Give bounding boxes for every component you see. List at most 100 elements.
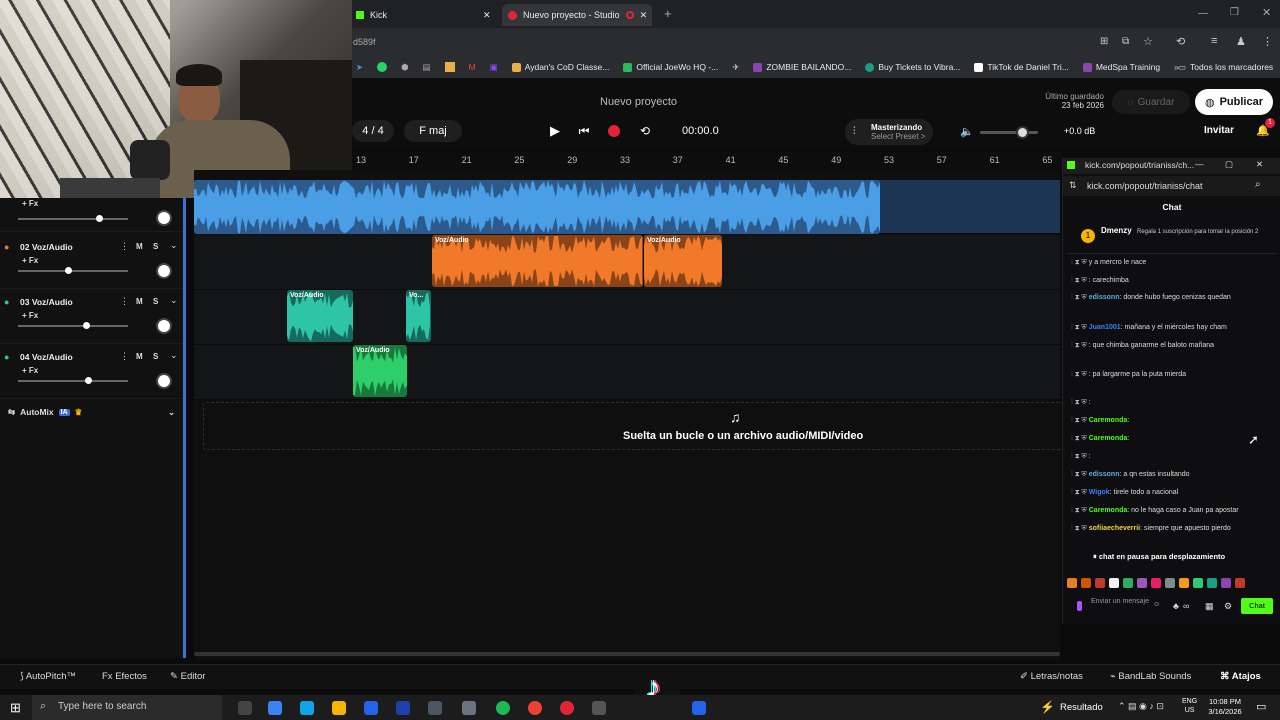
chat-username[interactable]: edissonn — [1089, 294, 1120, 301]
mute-button[interactable]: M — [136, 297, 143, 306]
chat-username[interactable]: Caremonda — [1089, 417, 1128, 424]
bookmark-item[interactable]: TikTok de Daniel Tri... — [974, 62, 1069, 72]
bookmark-item[interactable]: ZOMBIE BAILANDO... — [753, 62, 851, 72]
track-volume-slider[interactable] — [18, 377, 128, 384]
twitch-bookmark-icon[interactable]: ▣ — [490, 62, 498, 73]
edge-icon[interactable] — [300, 701, 314, 715]
close-icon[interactable]: ✕ — [483, 10, 491, 21]
extension-bookmark-icon[interactable]: ⬢ — [401, 62, 408, 73]
slider-thumb[interactable] — [96, 215, 103, 222]
slider-thumb[interactable] — [1016, 126, 1029, 139]
pan-knob[interactable] — [156, 318, 172, 334]
audio-clip[interactable] — [194, 180, 880, 234]
clock[interactable]: 10:08 PM 3/16/2026 — [1204, 697, 1246, 717]
chat-username[interactable]: Juan1001 — [1089, 324, 1121, 331]
file-explorer-icon[interactable] — [332, 701, 346, 715]
emote-icon[interactable] — [1179, 578, 1189, 588]
rocket-icon[interactable]: ✈ — [732, 62, 739, 73]
chat-username[interactable]: Caremonda — [1089, 435, 1128, 442]
solo-button[interactable]: S — [153, 242, 158, 251]
new-tab-icon[interactable]: + — [664, 6, 672, 21]
bookmark-item[interactable]: MedSpa Training — [1082, 62, 1160, 72]
window-close-icon[interactable]: ✕ — [1262, 6, 1271, 19]
track-header-1[interactable]: + Fx — [0, 198, 186, 232]
effects-button[interactable]: Fx Efectos — [102, 671, 147, 682]
chat-paused-banner[interactable]: ⏸ chat en pausa para desplazamiento — [1093, 552, 1273, 564]
lyrics-button[interactable]: ✐ Letras/notas — [1020, 671, 1083, 682]
audio-clip[interactable]: Vo... — [406, 290, 431, 342]
chat-message[interactable]: ⫶ ⧗ ⛨ Juan1001: mañana y el miércoles ha… — [1071, 323, 1276, 332]
time-signature[interactable]: 4 / 4 — [352, 120, 394, 142]
url-text[interactable]: d589f — [353, 37, 376, 47]
publish-button[interactable]: ◍ Publicar — [1195, 89, 1273, 115]
audio-clip[interactable]: Voz/Audio — [353, 345, 407, 397]
defender-icon[interactable] — [692, 701, 706, 715]
track-header[interactable]: ● 03 Voz/Audio ⋮ M S ⌄ + Fx — [0, 289, 186, 344]
taskbar-search[interactable]: ⌕ Type here to search — [32, 695, 222, 720]
track-volume-slider[interactable] — [18, 267, 128, 274]
automix-row[interactable]: ⇆ AutoMix IA ♛ ⌄ — [0, 403, 186, 421]
pan-knob[interactable] — [156, 210, 172, 226]
chat-message[interactable]: ⫶ ⧗ ⛨ : que chimba ganarme el baloto mañ… — [1071, 341, 1276, 350]
close-icon[interactable]: ✕ — [1256, 159, 1263, 170]
emote-icon[interactable] — [1165, 578, 1175, 588]
emoji-icon[interactable]: ☺ — [1153, 601, 1160, 609]
windows-start-icon[interactable]: ⊞ — [10, 700, 21, 716]
chat-message[interactable]: ⫶ ⧗ ⛨ : pa largarme pa la puta mierda — [1071, 370, 1276, 379]
language-indicator[interactable]: ENG US — [1182, 697, 1197, 715]
skip-back-icon[interactable]: ⏮ — [576, 123, 592, 139]
track-volume-slider[interactable] — [18, 215, 128, 222]
emote-icon[interactable] — [1137, 578, 1147, 588]
master-volume-slider[interactable] — [980, 126, 1038, 139]
track-header[interactable]: ● 04 Voz/Audio ⋮ M S ⌄ + Fx — [0, 344, 186, 399]
calculator-bookmark-icon[interactable]: ▤ — [423, 62, 431, 73]
track-menu-icon[interactable]: ⋮ — [120, 241, 129, 252]
app-icon[interactable] — [462, 701, 476, 715]
autopitch-button[interactable]: ⟆ AutoPitch™ — [20, 671, 76, 682]
emote-icon[interactable] — [1081, 578, 1091, 588]
link-icon[interactable]: ∞ — [1183, 601, 1189, 611]
timeline-ruler[interactable]: 13 17 21 25 29 33 37 41 45 49 53 57 61 65 — [352, 152, 1062, 170]
emote-icon[interactable] — [1067, 578, 1077, 588]
project-title[interactable]: Nuevo proyecto — [600, 96, 677, 108]
task-view-icon[interactable] — [238, 701, 252, 715]
play-icon[interactable]: ▶ — [547, 123, 563, 139]
emote-icon[interactable] — [1151, 578, 1161, 588]
slider-thumb[interactable] — [85, 377, 93, 384]
mastering-button[interactable]: ⫶ Masterizando Select Preset > — [845, 119, 933, 145]
chat-username[interactable]: Wigok — [1089, 489, 1110, 496]
calendar-icon[interactable]: ▦ — [1205, 601, 1214, 612]
outlook-icon[interactable] — [364, 701, 378, 715]
save-button[interactable]: ◌ Guardar — [1112, 90, 1190, 114]
editor-button[interactable]: ✎ Editor — [170, 671, 205, 682]
star-icon[interactable]: ☆ — [1143, 35, 1153, 48]
emote-icon[interactable] — [1235, 578, 1245, 588]
maximize-icon[interactable]: ▢ — [1225, 159, 1233, 170]
track-header[interactable]: ● 02 Voz/Audio ⋮ M S ⌄ + Fx — [0, 234, 186, 289]
key-selector[interactable]: F maj — [404, 120, 462, 142]
invite-button[interactable]: Invitar — [1204, 125, 1234, 136]
track-name[interactable]: 03 Voz/Audio — [20, 297, 73, 307]
search-icon[interactable]: ⌕ — [1255, 179, 1261, 190]
track-menu-icon[interactable]: ⋮ — [120, 296, 129, 307]
pan-knob[interactable] — [156, 373, 172, 389]
emote-icon[interactable] — [1221, 578, 1231, 588]
profile-icon[interactable]: ♟ — [1236, 35, 1246, 48]
obs-icon[interactable] — [592, 701, 606, 715]
track-menu-icon[interactable]: ⋮ — [120, 351, 129, 362]
chevron-down-icon[interactable]: ⌄ — [168, 407, 175, 418]
emote-icon[interactable] — [1109, 578, 1119, 588]
loop-icon[interactable]: ⟲ — [637, 123, 653, 139]
maximize-icon[interactable]: ❐ — [1230, 7, 1239, 18]
tab-kick[interactable]: Kick ✕ — [356, 4, 496, 26]
gift-icon[interactable]: ♣ — [1173, 601, 1179, 611]
chat-message[interactable]: ⫶ ⧗ ⛨ y a mercro le nace — [1071, 258, 1276, 267]
bookmark-item[interactable]: Official JoeWo HQ -... — [623, 62, 718, 72]
bookmark-item[interactable]: Aydan's CoD Classe... — [511, 62, 609, 72]
solo-button[interactable]: S — [153, 297, 158, 306]
chat-message[interactable]: ⫶ ⧗ ⛨ edissonn: donde hubo fuego cenizas… — [1071, 293, 1276, 302]
solo-button[interactable]: S — [153, 352, 158, 361]
chevron-down-icon[interactable]: ⌄ — [170, 350, 178, 361]
gmail-bookmark-icon[interactable]: M — [469, 62, 476, 72]
popout-urlbar[interactable]: ⇅ kick.com/popout/trianiss/chat ⌕ — [1063, 176, 1280, 196]
